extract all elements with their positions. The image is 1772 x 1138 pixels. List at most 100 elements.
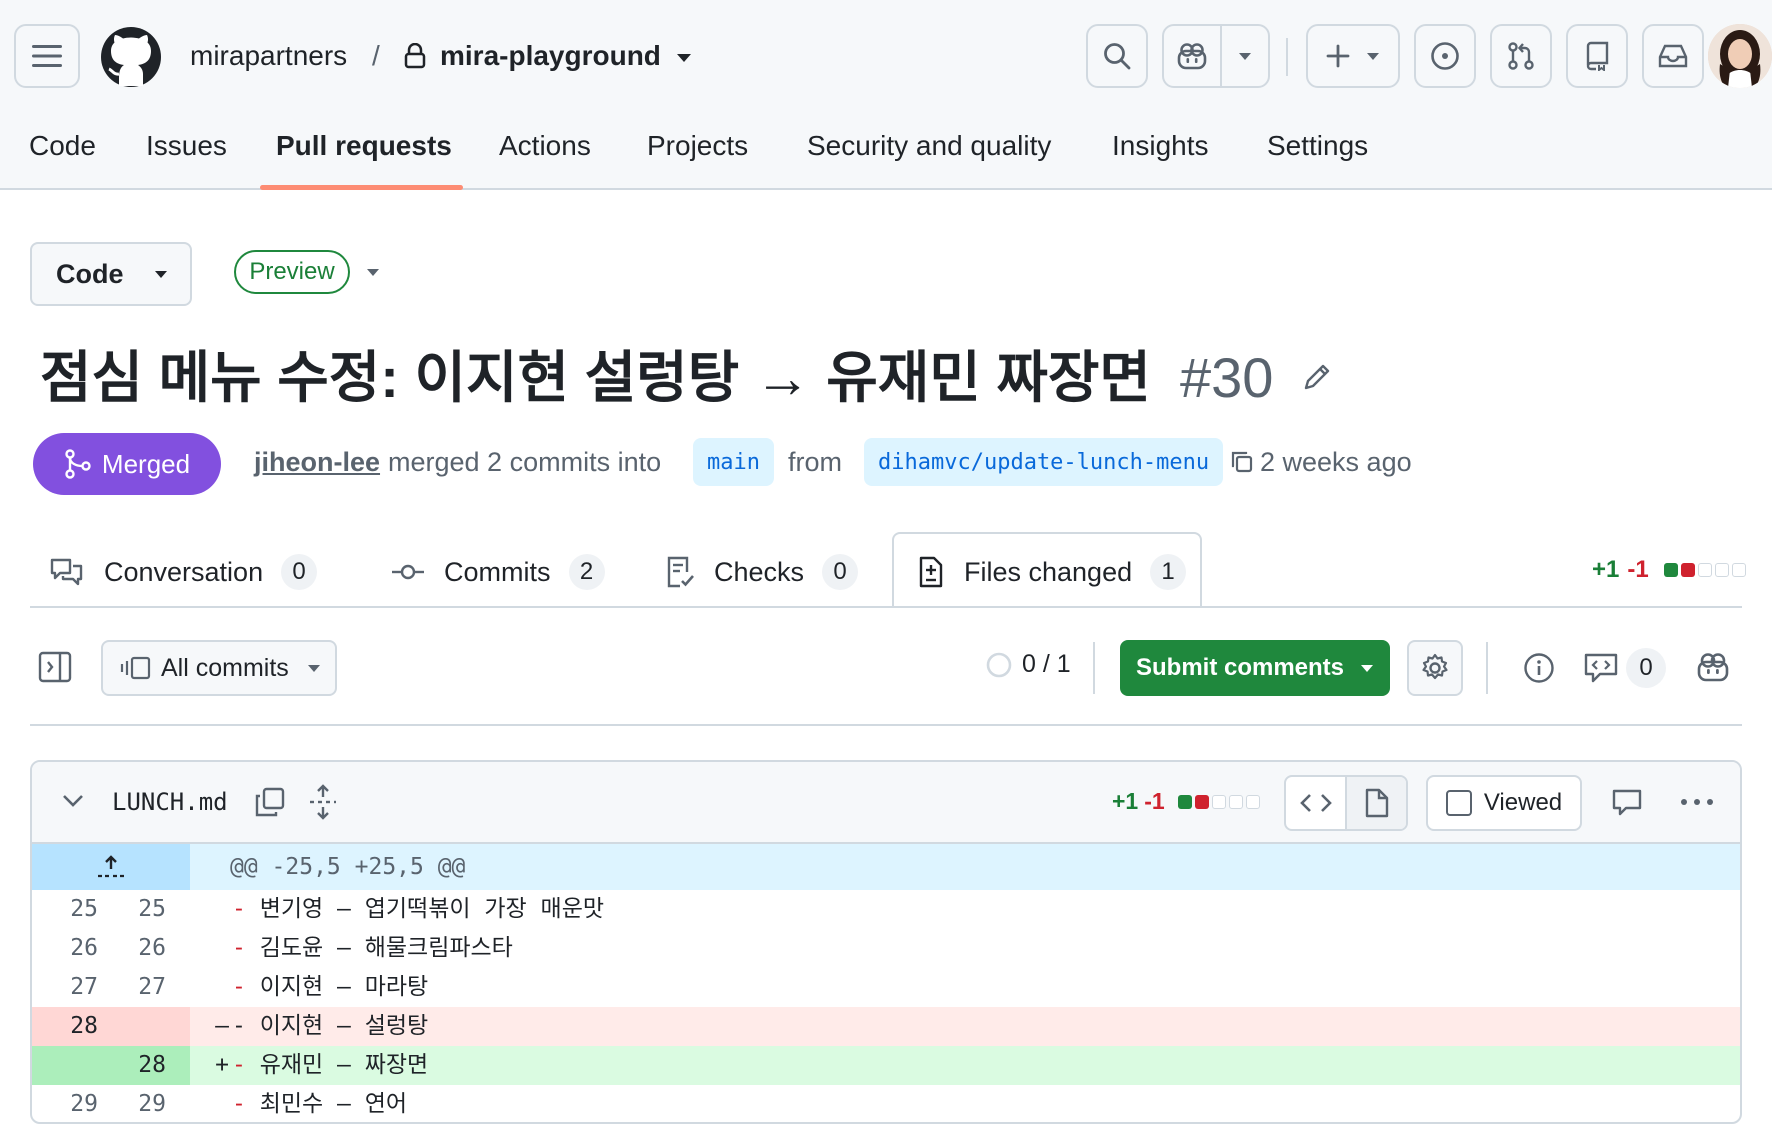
copy-icon[interactable] — [254, 786, 286, 818]
nav-insights[interactable]: Insights — [1112, 126, 1209, 166]
pr-author-link[interactable]: jiheon-lee — [254, 442, 380, 482]
kebab-horizontal-icon[interactable] — [1680, 798, 1714, 806]
old-line-number[interactable]: 29 — [32, 1085, 110, 1122]
tab-commits[interactable]: Commits 2 — [392, 548, 605, 596]
diff-marker: – — [215, 1013, 229, 1039]
file-diffstat-bar — [1175, 794, 1260, 809]
inbox-button[interactable] — [1642, 24, 1704, 88]
old-line-number[interactable]: 25 — [32, 890, 110, 929]
plus-icon — [1326, 44, 1350, 68]
repo-link[interactable]: mira-playground — [440, 36, 661, 76]
base-branch[interactable]: main — [693, 438, 774, 486]
chevron-down-icon — [154, 270, 167, 278]
avatar[interactable] — [1708, 24, 1772, 88]
new-line-number[interactable] — [110, 1007, 190, 1046]
viewed-checkbox[interactable]: Viewed — [1426, 775, 1582, 831]
deletions-count: -1 — [1627, 556, 1649, 583]
tab-checks[interactable]: Checks 0 — [666, 548, 859, 596]
header-divider — [1286, 38, 1288, 76]
new-line-number[interactable]: 27 — [110, 968, 190, 1007]
diffstat-bar — [1661, 563, 1746, 577]
sidebar-toggle-icon[interactable] — [38, 650, 72, 684]
diff-line: 27 27 - 이지현 – 마라탕 — [32, 968, 1740, 1007]
nav-projects[interactable]: Projects — [647, 126, 748, 166]
code-review-icon[interactable] — [1584, 652, 1618, 684]
tabs-divider — [30, 606, 1742, 608]
copilot-icon — [1177, 43, 1207, 70]
new-line-number[interactable]: 25 — [110, 890, 190, 929]
expand-all-icon[interactable] — [308, 784, 338, 820]
copy-icon[interactable] — [1230, 450, 1254, 474]
viewed-checkbox-box[interactable] — [1445, 790, 1472, 816]
source-view-button[interactable] — [1286, 777, 1345, 829]
file-name[interactable]: LUNCH.md — [112, 784, 228, 820]
search-icon — [1104, 43, 1131, 70]
nav-issues[interactable]: Issues — [146, 126, 227, 166]
commits-filter-dropdown[interactable]: All commits — [101, 640, 337, 696]
diff-line-added: 28 + - 유재민 – 짜장면 — [32, 1046, 1740, 1085]
new-line-number[interactable]: 29 — [110, 1085, 190, 1122]
search-button[interactable] — [1086, 24, 1148, 88]
nav-security-and-quality[interactable]: Security and quality — [807, 126, 1051, 166]
expand-up-button[interactable] — [32, 844, 190, 890]
chevron-down-icon — [1367, 52, 1379, 60]
repositories-button[interactable] — [1566, 24, 1628, 88]
view-mode-toggle — [1284, 775, 1408, 831]
file-header: LUNCH.md +1 -1 Viewed — [32, 762, 1740, 844]
repo-icon — [1586, 41, 1609, 71]
submit-comments-label: Submit comments — [1135, 654, 1345, 681]
tab-files-changed[interactable]: Files changed 1 — [918, 548, 1187, 596]
diff-line-text: - 최민수 – 연어 — [232, 1091, 408, 1117]
from-label: from — [788, 447, 842, 477]
head-branch[interactable]: dihamvc/update-lunch-menu — [864, 438, 1224, 486]
git-pull-request-icon — [1508, 42, 1534, 70]
lock-icon — [404, 42, 426, 74]
diff-marker: + — [215, 1052, 229, 1078]
versions-icon — [120, 656, 151, 680]
file-diff-icon — [919, 556, 943, 588]
breadcrumb-separator: / — [372, 40, 380, 71]
pull-requests-button[interactable] — [1490, 24, 1552, 88]
create-new-button[interactable] — [1306, 24, 1400, 88]
info-icon[interactable] — [1523, 652, 1555, 684]
diff-line-content: 최민수 – 연어 — [259, 1091, 408, 1117]
owner-link[interactable]: mirapartners — [190, 36, 347, 76]
chevron-down-icon — [1239, 52, 1251, 60]
file-diff: LUNCH.md +1 -1 Viewed @@ -25,5 +25,5 @@ … — [30, 760, 1742, 1124]
tab-conversation[interactable]: Conversation 0 — [50, 548, 318, 596]
preview-label: Preview — [249, 258, 335, 285]
chevron-down-icon — [1361, 664, 1374, 672]
old-line-number[interactable]: 28 — [32, 1007, 110, 1046]
chevron-down-icon[interactable] — [62, 794, 84, 808]
rich-view-button[interactable] — [1345, 777, 1406, 829]
diff-line-content: 유재민 – 짜장면 — [259, 1052, 429, 1078]
pencil-icon[interactable] — [1302, 362, 1332, 392]
new-line-number[interactable]: 26 — [110, 929, 190, 968]
old-line-number[interactable] — [32, 1046, 110, 1085]
new-line-number[interactable]: 28 — [110, 1046, 190, 1085]
pr-diffstat: +1 -1 — [1592, 556, 1746, 584]
old-line-number[interactable]: 26 — [32, 929, 110, 968]
nav-settings[interactable]: Settings — [1267, 126, 1368, 166]
nav-actions[interactable]: Actions — [499, 126, 591, 166]
old-line-number[interactable]: 27 — [32, 968, 110, 1007]
submit-comments-button[interactable]: Submit comments — [1120, 640, 1390, 696]
active-tab-underline — [260, 185, 463, 190]
tab-commits-count: 2 — [568, 554, 605, 590]
preview-dropdown-icon[interactable] — [366, 268, 380, 277]
comment-icon[interactable] — [1612, 788, 1642, 818]
code-button[interactable]: Code — [30, 242, 192, 306]
diff-settings-button[interactable] — [1407, 640, 1463, 696]
repo-dropdown-icon[interactable] — [676, 50, 692, 68]
nav-pull-requests[interactable]: Pull requests — [276, 126, 452, 166]
nav-code[interactable]: Code — [29, 126, 96, 166]
copilot-button[interactable] — [1162, 24, 1270, 88]
viewed-label: Viewed — [1483, 789, 1563, 816]
diff-line-content: 이지현 – 마라탕 — [259, 974, 429, 1000]
preview-toggle[interactable]: Preview — [234, 250, 350, 294]
issue-opened-icon — [1431, 42, 1459, 70]
copilot-icon[interactable] — [1696, 652, 1730, 682]
github-logo-icon[interactable] — [100, 26, 162, 88]
menu-button[interactable] — [14, 24, 80, 88]
issues-button[interactable] — [1414, 24, 1476, 88]
